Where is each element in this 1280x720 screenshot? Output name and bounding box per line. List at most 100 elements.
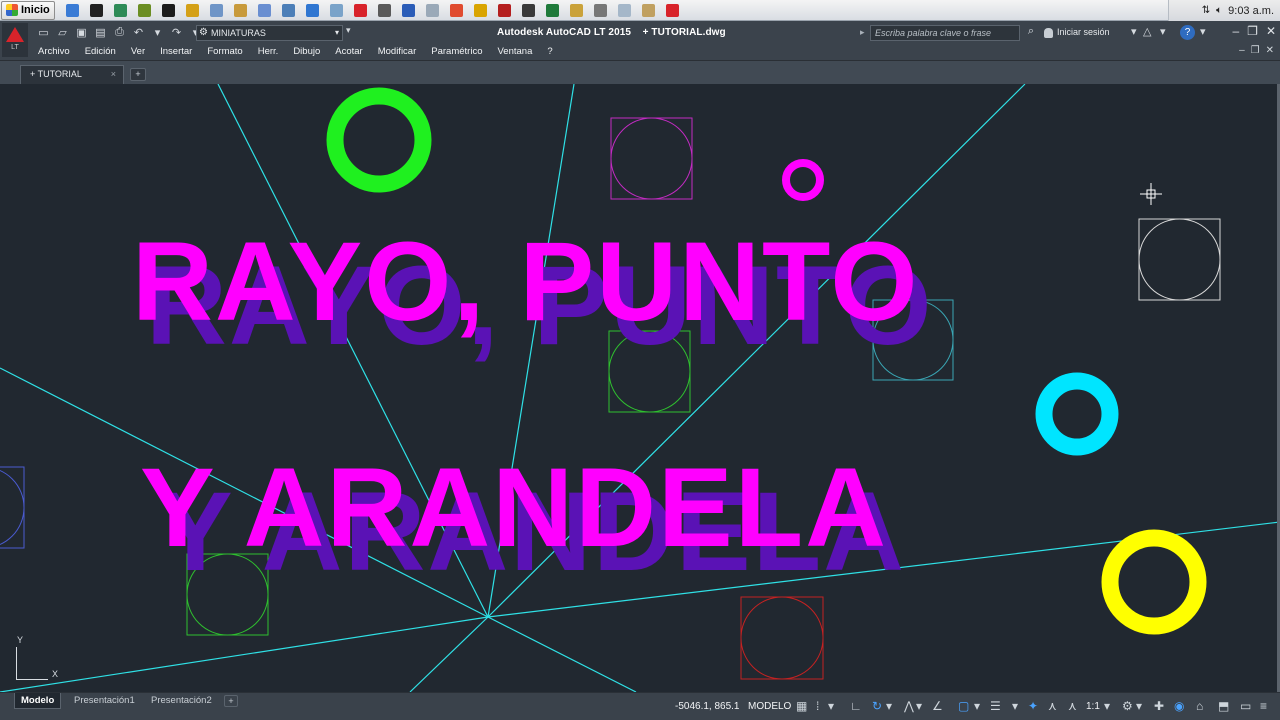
chrome-icon[interactable] (85, 1, 109, 20)
model-space-button[interactable]: MODELO (748, 701, 791, 712)
new-file-icon[interactable]: ▭ (35, 24, 52, 40)
network-icon[interactable] (277, 1, 301, 20)
help-icon[interactable]: ? (1180, 25, 1195, 40)
settings-icon[interactable] (589, 1, 613, 20)
search-input[interactable]: Escriba palabra clave o frase (870, 25, 1020, 41)
menu-item-paramétrico[interactable]: Paramétrico (431, 46, 482, 57)
doc-restore-icon[interactable]: ❐ (1251, 45, 1260, 56)
headset-icon[interactable] (157, 1, 181, 20)
binoculars-icon[interactable]: ⌕ (1023, 25, 1039, 41)
customize-icon[interactable]: ≡ (1260, 699, 1267, 713)
exchange-dropdown-icon[interactable]: ▾ (1160, 25, 1166, 38)
game-icon[interactable] (133, 1, 157, 20)
new-tab-button[interactable]: + (130, 68, 146, 81)
isolate-objects-icon[interactable]: ⌂ (1196, 699, 1203, 713)
search-expand-icon[interactable]: ▸ (860, 27, 865, 38)
polar-dropdown-icon[interactable]: ▾ (886, 699, 892, 713)
undo-icon[interactable]: ↶ (130, 24, 147, 40)
network-icon[interactable]: ⇅ (1202, 5, 1210, 16)
word-icon[interactable] (397, 1, 421, 20)
menu-item-[interactable]: ? (547, 46, 552, 57)
snap-icon[interactable]: ⁞ (816, 699, 819, 713)
doc-minimize-icon[interactable]: – (1239, 45, 1245, 56)
doc-close-icon[interactable]: ✕ (1266, 45, 1274, 56)
arrow-icon[interactable] (373, 1, 397, 20)
chrome-icon[interactable] (445, 1, 469, 20)
start-button[interactable]: Inicio (1, 0, 55, 20)
menu-item-dibujo[interactable]: Dibujo (293, 46, 320, 57)
hardware-acceleration-icon[interactable]: ◉ (1174, 699, 1184, 713)
image-icon[interactable] (637, 1, 661, 20)
menu-item-herr[interactable]: Herr. (258, 46, 279, 57)
customize-toolbar-icon[interactable]: ▾ (346, 25, 351, 36)
tab-modelo[interactable]: Modelo (14, 693, 62, 709)
lineweight-dropdown-icon[interactable]: ▾ (1012, 699, 1018, 713)
osnap-dropdown-icon[interactable]: ▾ (974, 699, 980, 713)
menu-item-archivo[interactable]: Archivo (38, 46, 70, 57)
snap-dropdown-icon[interactable]: ▾ (828, 699, 834, 713)
search-icon[interactable] (421, 1, 445, 20)
annotation-visibility-icon[interactable]: ✦ (1028, 699, 1038, 713)
menu-item-formato[interactable]: Formato (207, 46, 242, 57)
mail-icon[interactable] (253, 1, 277, 20)
signin-button[interactable]: Iniciar sesión (1044, 27, 1110, 38)
menu-item-ventana[interactable]: Ventana (497, 46, 532, 57)
menu-item-modificar[interactable]: Modificar (378, 46, 417, 57)
polar-icon[interactable]: ↻ (872, 699, 882, 713)
application-menu-button[interactable]: LT (2, 23, 28, 57)
volume-icon[interactable]: 🔈︎ (1216, 5, 1222, 16)
autocad-icon[interactable] (661, 1, 685, 20)
tab-presentacion1[interactable]: Presentación1 (68, 693, 141, 709)
menu-item-acotar[interactable]: Acotar (335, 46, 362, 57)
console-icon[interactable] (517, 1, 541, 20)
excel-icon[interactable] (541, 1, 565, 20)
auto-scale-icon[interactable]: ⋏ (1048, 699, 1057, 713)
exchange-apps-icon[interactable]: △ (1143, 25, 1151, 38)
menu-item-ver[interactable]: Ver (131, 46, 145, 57)
acrobat-icon[interactable] (493, 1, 517, 20)
redo-icon[interactable]: ↷ (168, 24, 185, 40)
save-as-icon[interactable]: ▤ (92, 24, 109, 40)
notes-icon[interactable] (205, 1, 229, 20)
lineweight-icon[interactable]: ☰ (990, 699, 1001, 713)
autocad-icon[interactable] (349, 1, 373, 20)
tab-tutorial[interactable]: + TUTORIAL × (20, 65, 124, 84)
document-icon[interactable] (613, 1, 637, 20)
close-icon[interactable]: ✕ (1266, 24, 1276, 38)
minimize-icon[interactable]: – (1232, 24, 1239, 38)
undo-dropdown-icon[interactable]: ▾ (149, 24, 166, 40)
annotation-scale[interactable]: 1:1 (1086, 701, 1100, 712)
scale-dropdown-icon[interactable]: ▾ (1104, 699, 1110, 713)
drawing-area[interactable]: RAYO, PUNTO RAYO, PUNTO Y ARANDELA Y ARA… (0, 84, 1280, 692)
add-layout-button[interactable]: + (224, 695, 238, 707)
workspace-switch-icon[interactable]: ⚙ (1122, 699, 1133, 713)
menu-item-insertar[interactable]: Insertar (160, 46, 192, 57)
annotation-scale-icon[interactable]: ⋏ (1068, 699, 1077, 713)
workspace-selector[interactable]: ⚙ MINIATURAS ▾ (196, 25, 343, 41)
signin-dropdown-icon[interactable]: ▾ (1131, 25, 1137, 38)
isodraft-icon[interactable]: ⋀ (904, 699, 914, 713)
plus-icon[interactable]: ✚ (1154, 699, 1164, 713)
grid-icon[interactable]: ▦ (796, 699, 807, 713)
clock[interactable]: 9:03 a.m. (1228, 5, 1274, 17)
print-icon[interactable]: ⎙ (111, 24, 128, 40)
clean-screen-icon[interactable]: ⬒ (1218, 699, 1229, 713)
menu-item-edición[interactable]: Edición (85, 46, 116, 57)
save-icon[interactable]: ▣ (73, 24, 90, 40)
video-icon[interactable] (469, 1, 493, 20)
media-icon[interactable] (109, 1, 133, 20)
open-file-icon[interactable]: ▱ (54, 24, 71, 40)
object-track-icon[interactable]: ∠ (932, 699, 943, 713)
workspace-dropdown-icon[interactable]: ▾ (1136, 699, 1142, 713)
fullscreen-icon[interactable]: ▭ (1240, 699, 1251, 713)
isodraft-dropdown-icon[interactable]: ▾ (916, 699, 922, 713)
coordinates-readout[interactable]: -5046.1, 865.1 (675, 701, 740, 712)
tab-close-icon[interactable]: × (111, 66, 116, 83)
pencil-icon[interactable] (565, 1, 589, 20)
help-dropdown-icon[interactable]: ▾ (1200, 25, 1206, 38)
ortho-icon[interactable]: ∟ (850, 699, 862, 713)
messenger-icon[interactable] (325, 1, 349, 20)
osnap-icon[interactable]: ▢ (958, 699, 969, 713)
ie-icon[interactable] (61, 1, 85, 20)
globe-icon[interactable] (301, 1, 325, 20)
